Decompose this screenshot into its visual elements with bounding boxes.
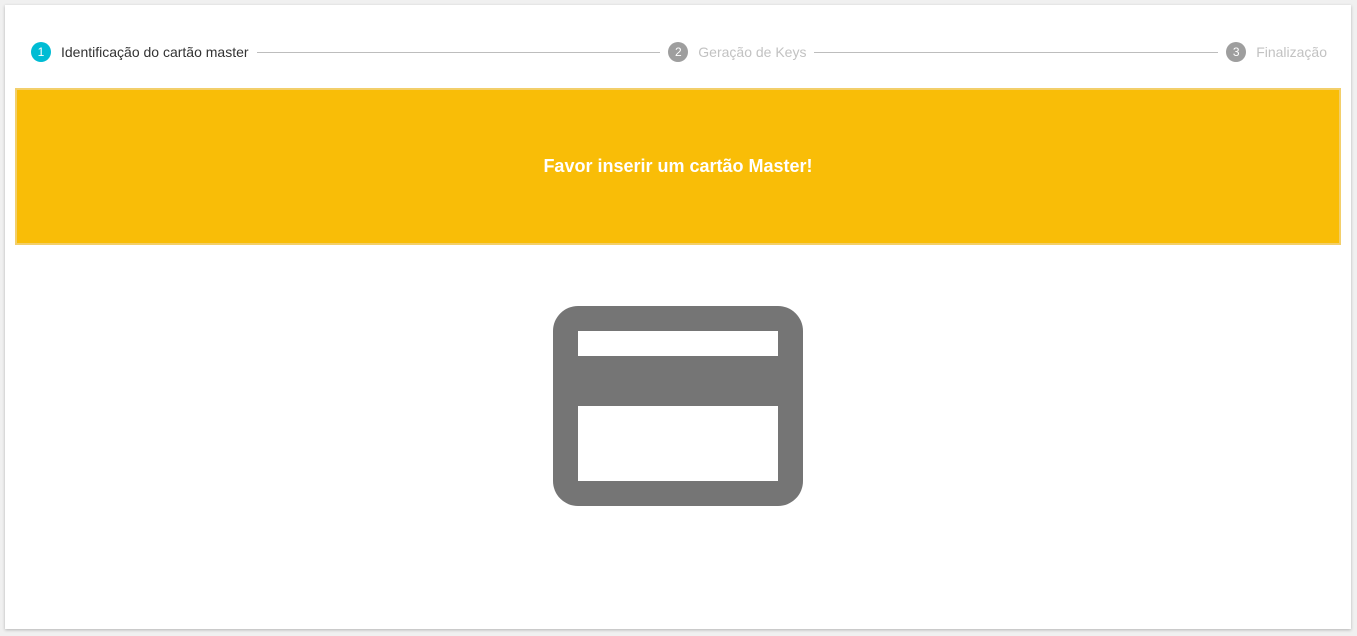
step-number: 1 [31, 42, 51, 62]
wizard-card: 1 Identificação do cartão master 2 Geraç… [5, 5, 1351, 629]
alert-message: Favor inserir um cartão Master! [543, 156, 813, 176]
step-geracao-keys[interactable]: 2 Geração de Keys [668, 42, 806, 62]
step-connector [256, 51, 661, 53]
step-number: 3 [1226, 42, 1247, 62]
alert-banner: Favor inserir um cartão Master! [15, 88, 1341, 245]
step-connector [814, 51, 1219, 53]
step-label: Geração de Keys [698, 44, 807, 60]
step-finalizacao[interactable]: 3 Finalização [1226, 42, 1327, 62]
step-label: Identificação do cartão master [61, 44, 249, 60]
credit-card-icon [553, 306, 803, 506]
stepper: 1 Identificação do cartão master 2 Geraç… [31, 41, 1327, 63]
step-identificacao[interactable]: 1 Identificação do cartão master [31, 42, 249, 62]
step-label: Finalização [1256, 44, 1328, 60]
step-number: 2 [668, 42, 689, 62]
